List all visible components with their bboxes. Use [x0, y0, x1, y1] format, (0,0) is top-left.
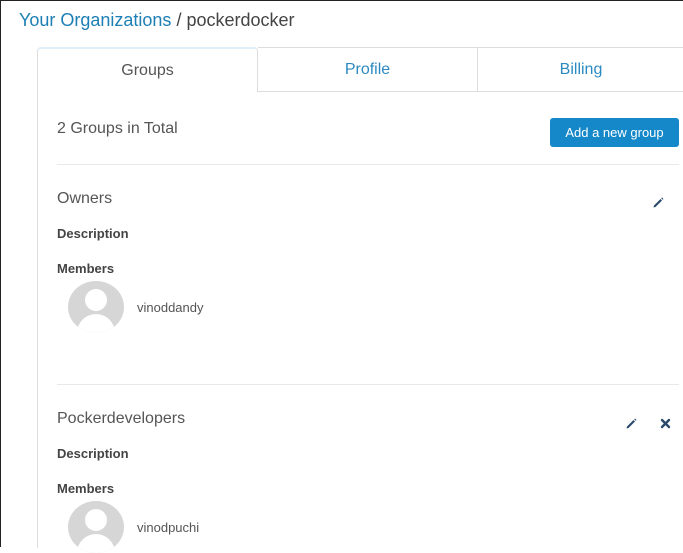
member-item: vinoddandy [68, 281, 204, 333]
org-tabs: Groups Profile Billing [37, 47, 683, 92]
divider [57, 384, 679, 385]
members-label: Members [57, 261, 115, 276]
description-label: Description [57, 226, 129, 241]
description-label: Description [57, 446, 129, 461]
delete-icon[interactable] [657, 415, 673, 431]
member-username: vinoddandy [137, 299, 204, 315]
avatar [68, 501, 124, 553]
divider [57, 164, 679, 165]
breadcrumb-org-name: pockerdocker [186, 10, 295, 30]
avatar [68, 281, 124, 333]
edit-icon[interactable] [623, 415, 639, 431]
group-name: Owners [57, 190, 113, 207]
page-frame: Your Organizations / pockerdocker Groups… [0, 0, 683, 553]
breadcrumb-organizations-link[interactable]: Your Organizations [19, 10, 171, 30]
members-label: Members [57, 481, 115, 496]
tab-profile[interactable]: Profile [258, 47, 478, 92]
groups-total-count: 2 Groups in Total [57, 120, 178, 137]
member-username: vinodpuchi [137, 519, 200, 535]
groups-panel: 2 Groups in Total Add a new group Owners… [37, 92, 683, 553]
add-new-group-button[interactable]: Add a new group [550, 118, 679, 147]
tab-groups[interactable]: Groups [37, 47, 258, 92]
edit-icon[interactable] [650, 194, 666, 210]
breadcrumb-separator: / [176, 10, 182, 30]
group-name: Pockerdevelopers [57, 410, 186, 427]
tab-billing[interactable]: Billing [478, 47, 683, 92]
member-item: vinodpuchi [68, 501, 199, 553]
breadcrumb: Your Organizations / pockerdocker [19, 10, 295, 31]
